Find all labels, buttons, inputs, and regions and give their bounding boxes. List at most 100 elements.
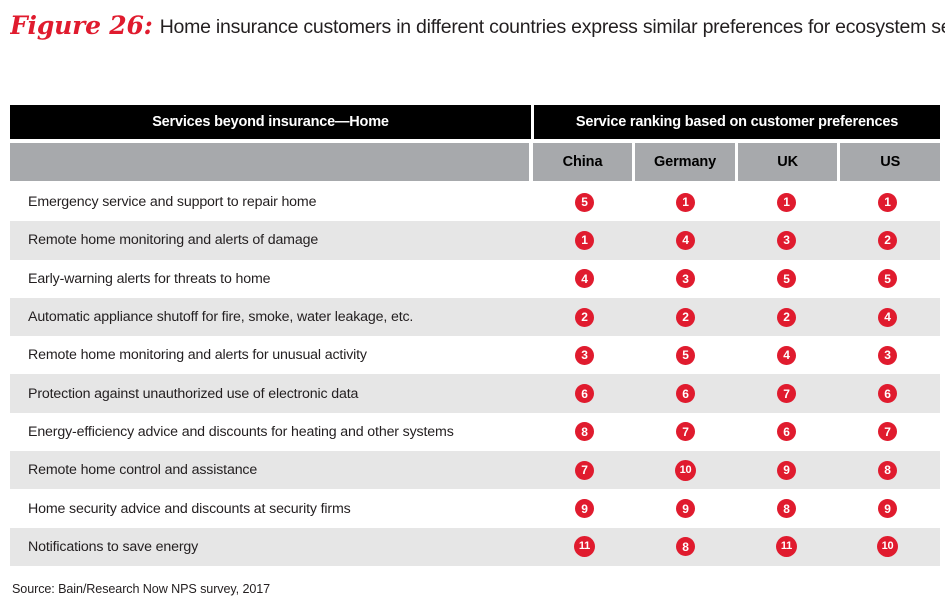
service-name: Energy-efficiency advice and discounts f… xyxy=(28,423,454,440)
table-body: Emergency service and support to repair … xyxy=(10,183,940,566)
rank-cell-uk: 1 xyxy=(736,192,837,212)
rank-cell-uk: 9 xyxy=(736,460,837,480)
rank-cell-germany: 6 xyxy=(635,384,736,404)
table-row: Early-warning alerts for threats to home… xyxy=(10,259,940,298)
rank-cell-us: 10 xyxy=(837,536,938,558)
table-row: Remote home monitoring and alerts for un… xyxy=(10,336,940,375)
rank-badge: 10 xyxy=(877,536,898,558)
rank-badge: 7 xyxy=(878,422,897,442)
rank-cell-us: 1 xyxy=(837,192,938,212)
service-name: Notifications to save energy xyxy=(28,538,199,555)
rank-cell-china: 9 xyxy=(534,499,635,519)
rank-badge: 11 xyxy=(776,536,797,558)
table-row: Automatic appliance shutoff for fire, sm… xyxy=(10,297,940,337)
rank-badge: 2 xyxy=(777,307,796,327)
rank-cell-germany: 5 xyxy=(635,345,736,365)
table-row: Energy-efficiency advice and discounts f… xyxy=(10,412,940,452)
rank-badge: 6 xyxy=(777,422,796,442)
rank-cell-uk: 11 xyxy=(736,536,837,558)
service-name: Early-warning alerts for threats to home xyxy=(28,270,271,287)
source-note: Source: Bain/Research Now NPS survey, 20… xyxy=(12,582,271,596)
header-ranking-label: Service ranking based on customer prefer… xyxy=(534,105,940,139)
rank-badge: 3 xyxy=(575,345,594,365)
service-name: Remote home monitoring and alerts of dam… xyxy=(28,232,319,249)
column-header-china[interactable]: China xyxy=(532,143,633,181)
rank-cell-us: 4 xyxy=(837,307,938,327)
table-row: Remote home control and assistance 7 10 9 8 xyxy=(10,451,940,490)
rank-cell-us: 6 xyxy=(837,384,938,404)
rank-cell-germany: 3 xyxy=(635,269,736,289)
rank-badge: 4 xyxy=(575,269,594,289)
table-row: Protection against unauthorized use of e… xyxy=(10,374,940,413)
rank-badge: 11 xyxy=(574,536,595,558)
rank-badge: 6 xyxy=(878,384,897,404)
rank-badge: 4 xyxy=(878,307,897,327)
table-row: Emergency service and support to repair … xyxy=(10,183,940,222)
rank-badge: 7 xyxy=(777,384,796,404)
rank-cell-china: 2 xyxy=(534,307,635,327)
figure-number-label: Figure 26: xyxy=(10,11,153,40)
rank-badge: 1 xyxy=(676,192,695,212)
table-row: Notifications to save energy 11 8 11 10 xyxy=(10,527,940,566)
rank-badge: 3 xyxy=(777,230,796,250)
rank-cell-us: 3 xyxy=(837,345,938,365)
rank-cell-us: 9 xyxy=(837,499,938,519)
rank-cell-china: 8 xyxy=(534,422,635,442)
rank-badge: 8 xyxy=(777,499,796,519)
service-name: Automatic appliance shutoff for fire, sm… xyxy=(28,309,414,326)
rank-badge: 1 xyxy=(777,192,796,212)
rank-badge: 3 xyxy=(878,345,897,365)
rank-cell-uk: 8 xyxy=(736,499,837,519)
figure-title-row: Figure 26: Home insurance customers in d… xyxy=(10,10,945,44)
rank-badge: 3 xyxy=(676,269,695,289)
service-name: Remote home control and assistance xyxy=(28,462,258,479)
column-header-germany[interactable]: Germany xyxy=(635,143,735,181)
table-subheader-countries: China Germany UK US xyxy=(10,143,940,181)
rank-badge: 1 xyxy=(878,192,897,212)
rank-cell-germany: 2 xyxy=(635,307,736,327)
header-services-label: Services beyond insurance—Home xyxy=(10,105,531,139)
rank-cell-us: 5 xyxy=(837,269,938,289)
service-name: Remote home monitoring and alerts for un… xyxy=(28,347,367,364)
rank-cell-germany: 9 xyxy=(635,499,736,519)
rank-badge: 8 xyxy=(575,422,594,442)
rank-badge: 9 xyxy=(777,460,796,480)
service-name: Home security advice and discounts at se… xyxy=(28,500,351,517)
service-name: Protection against unauthorized use of e… xyxy=(28,385,359,402)
table-row: Home security advice and discounts at se… xyxy=(10,489,940,528)
rank-cell-germany: 8 xyxy=(635,537,736,557)
rank-badge: 9 xyxy=(676,499,695,519)
rank-badge: 10 xyxy=(675,459,696,481)
rank-badge: 4 xyxy=(676,230,695,250)
column-header-uk[interactable]: UK xyxy=(737,143,838,181)
rank-badge: 6 xyxy=(575,384,594,404)
rank-cell-germany: 1 xyxy=(635,192,736,212)
rank-badge: 5 xyxy=(878,269,897,289)
ranking-table: Services beyond insurance—Home Service r… xyxy=(10,105,940,566)
rank-cell-china: 7 xyxy=(534,460,635,480)
column-header-us[interactable]: US xyxy=(840,143,940,181)
service-name: Emergency service and support to repair … xyxy=(28,194,317,211)
rank-badge: 9 xyxy=(878,499,897,519)
figure-page: Figure 26: Home insurance customers in d… xyxy=(0,0,950,608)
rank-badge: 2 xyxy=(676,307,695,327)
rank-cell-germany: 7 xyxy=(635,422,736,442)
rank-badge: 6 xyxy=(676,384,695,404)
rank-cell-uk: 5 xyxy=(736,269,837,289)
rank-badge: 2 xyxy=(878,230,897,250)
rank-badge: 7 xyxy=(575,460,594,480)
rank-cell-us: 2 xyxy=(837,230,938,250)
figure-title-text: Home insurance customers in different co… xyxy=(159,16,945,38)
rank-cell-uk: 2 xyxy=(736,307,837,327)
rank-badge: 8 xyxy=(676,537,695,557)
rank-cell-uk: 7 xyxy=(736,384,837,404)
table-header-black: Services beyond insurance—Home Service r… xyxy=(10,105,940,139)
rank-cell-uk: 4 xyxy=(736,345,837,365)
rank-badge: 8 xyxy=(878,460,897,480)
subheader-spacer xyxy=(10,143,529,181)
rank-cell-china: 6 xyxy=(534,384,635,404)
rank-cell-germany: 4 xyxy=(635,230,736,250)
rank-cell-china: 3 xyxy=(534,345,635,365)
rank-cell-germany: 10 xyxy=(635,459,736,481)
rank-cell-us: 7 xyxy=(837,422,938,442)
